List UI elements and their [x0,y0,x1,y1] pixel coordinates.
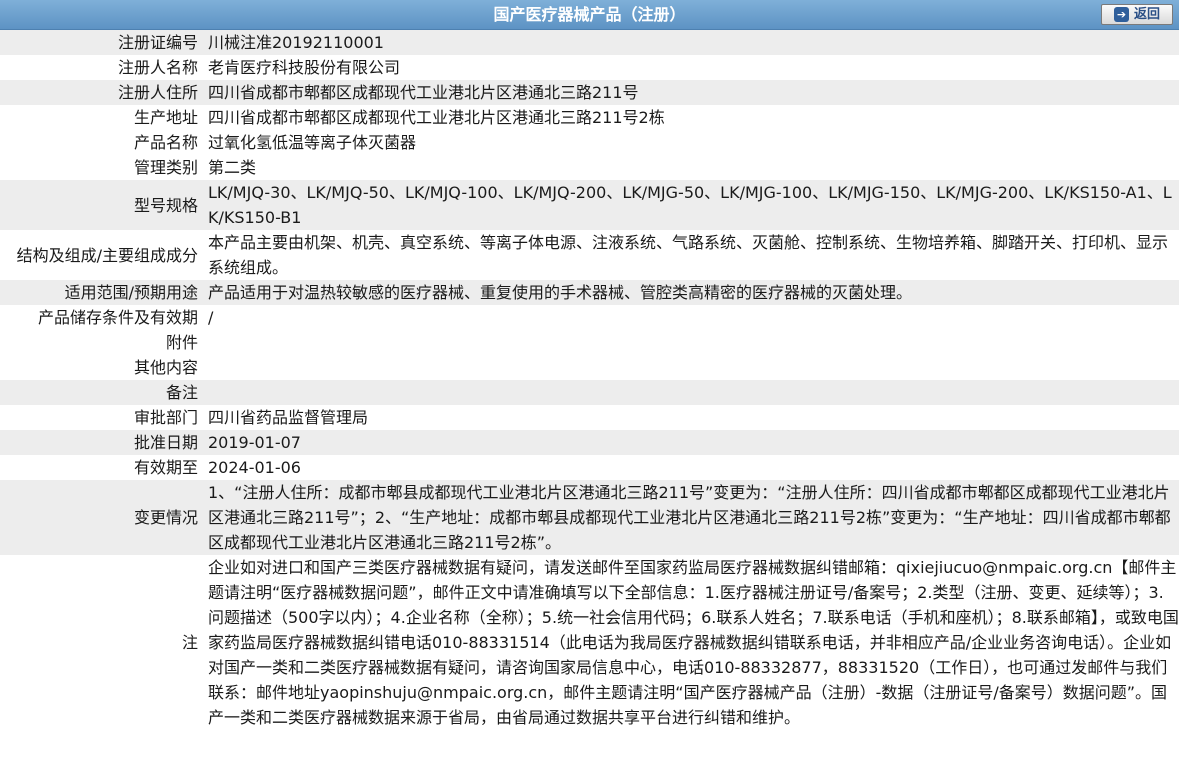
row-registrant-address: 注册人住所 四川省成都市郫都区成都现代工业港北片区港通北三路211号 [0,80,1179,105]
row-approval-department: 审批部门 四川省药品监督管理局 [0,405,1179,430]
field-value: 川械注准20192110001 [202,30,1179,55]
field-value [202,330,1179,355]
row-approval-date: 批准日期 2019-01-07 [0,430,1179,455]
row-registration-number: 注册证编号 川械注准20192110001 [0,30,1179,55]
row-valid-until: 有效期至 2024-01-06 [0,455,1179,480]
row-intended-use: 适用范围/预期用途 产品适用于对温热较敏感的医疗器械、重复使用的手术器械、管腔类… [0,280,1179,305]
field-value: LK/MJQ-30、LK/MJQ-50、LK/MJQ-100、LK/MJQ-20… [202,180,1179,230]
field-label: 其他内容 [133,358,198,377]
row-management-category: 管理类别 第二类 [0,155,1179,180]
row-note: 注 企业如对进口和国产三类医疗器械数据有疑问，请发送邮件至国家药监局医疗器械数据… [0,555,1179,730]
field-value: 四川省药品监督管理局 [208,408,369,427]
row-storage-conditions: 产品储存条件及有效期 / [0,305,1179,330]
arrow-right-icon: ➔ [1113,7,1129,22]
field-value: 产品适用于对温热较敏感的医疗器械、重复使用的手术器械、管腔类高精密的医疗器械的灭… [202,280,1179,305]
row-change-history: 变更情况 1、“注册人住所：成都市郫县成都现代工业港北片区港通北三路211号”变… [0,480,1179,555]
field-label: 生产地址 [133,108,198,127]
field-label: 注册人住所 [0,80,202,105]
field-label: 审批部门 [133,408,198,427]
field-value: 四川省成都市郫都区成都现代工业港北片区港通北三路211号2栋 [208,108,665,127]
field-value [202,355,1179,380]
field-value: 老肯医疗科技股份有限公司 [208,58,401,77]
row-production-address: 生产地址 四川省成都市郫都区成都现代工业港北片区港通北三路211号2栋 [0,105,1179,130]
field-label: 适用范围/预期用途 [0,280,202,305]
field-label: 管理类别 [133,158,198,177]
field-label: 型号规格 [0,180,202,230]
row-registrant-name: 注册人名称 老肯医疗科技股份有限公司 [0,55,1179,80]
field-label: 变更情况 [0,480,202,555]
field-label: 批准日期 [0,430,202,455]
field-value: 2024-01-06 [208,458,301,477]
field-value: 2019-01-07 [202,430,1179,455]
field-label: 备注 [0,380,202,405]
field-value: 本产品主要由机架、机壳、真空系统、等离子体电源、注液系统、气路系统、灭菌舱、控制… [208,233,1169,277]
row-structure-composition: 结构及组成/主要组成成分 本产品主要由机架、机壳、真空系统、等离子体电源、注液系… [0,230,1179,280]
row-other-content: 其他内容 [0,355,1179,380]
row-product-name: 产品名称 过氧化氢低温等离子体灭菌器 [0,130,1179,155]
page-header: 国产医疗器械产品（注册） ➔ 返回 [0,0,1179,30]
row-attachment: 附件 [0,330,1179,355]
field-value: 过氧化氢低温等离子体灭菌器 [208,133,417,152]
registration-detail-table: 注册证编号 川械注准20192110001 注册人名称 老肯医疗科技股份有限公司… [0,30,1179,730]
field-value: 四川省成都市郫都区成都现代工业港北片区港通北三路211号 [202,80,1179,105]
field-label: 有效期至 [133,458,198,477]
field-label: 产品名称 [133,133,198,152]
back-button[interactable]: ➔ 返回 [1101,4,1173,25]
field-value: 1、“注册人住所：成都市郫县成都现代工业港北片区港通北三路211号”变更为：“注… [202,480,1179,555]
row-remarks: 备注 [0,380,1179,405]
field-label: 注册人名称 [117,58,198,77]
field-label: 附件 [165,333,198,352]
field-label: 注 [181,633,198,652]
page-title: 国产医疗器械产品（注册） [493,5,686,24]
field-value: 第二类 [208,158,257,177]
field-value: / [208,308,214,327]
field-label: 注册证编号 [0,30,202,55]
row-model-spec: 型号规格 LK/MJQ-30、LK/MJQ-50、LK/MJQ-100、LK/M… [0,180,1179,230]
field-value: 企业如对进口和国产三类医疗器械数据有疑问，请发送邮件至国家药监局医疗器械数据纠错… [208,558,1179,727]
field-label: 产品储存条件及有效期 [37,308,198,327]
field-value [202,380,1179,405]
back-button-label: 返回 [1133,7,1160,22]
field-label: 结构及组成/主要组成成分 [16,245,198,265]
